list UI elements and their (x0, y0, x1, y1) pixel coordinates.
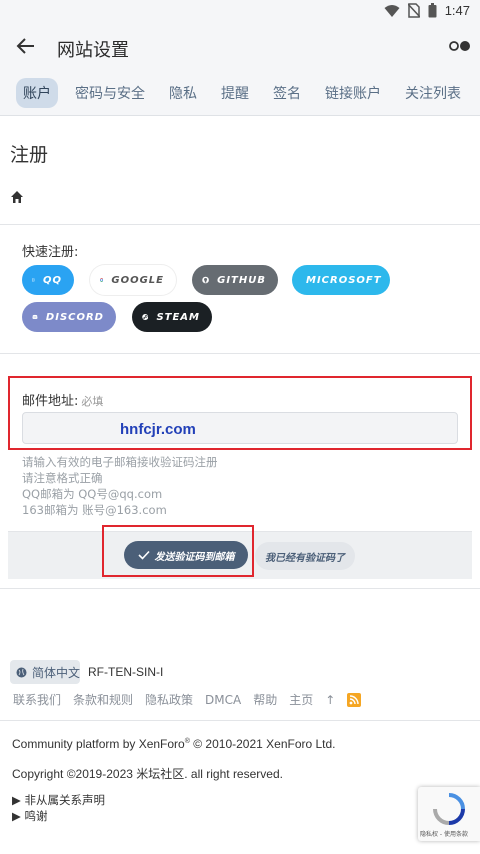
github-login-button[interactable]: GITHUB (192, 265, 278, 295)
have-code-button[interactable]: 我已经有验证码了 (255, 542, 355, 570)
hint-line: QQ邮箱为 QQ号@qq.com (22, 487, 163, 501)
app-bar: 网站设置 (0, 24, 480, 70)
github-label: GITHUB (217, 274, 266, 286)
recaptcha-terms[interactable]: 隐私权 - 使用条款 (420, 829, 468, 838)
arrow-left-icon (16, 38, 34, 54)
wifi-icon (384, 4, 400, 17)
tab-following[interactable]: 关注列表 (398, 78, 468, 108)
google-label: GOOGLE (111, 274, 164, 286)
copyright-text: Copyright ©2019-2023 米坛社区. all right res… (12, 767, 283, 781)
footer-link-dmca[interactable]: DMCA (205, 693, 241, 707)
footer-link-help[interactable]: 帮助 (253, 691, 277, 708)
google-login-button[interactable]: GOOGLE (90, 265, 176, 295)
toggle-dots-icon (449, 41, 470, 51)
breadcrumb[interactable] (10, 189, 24, 203)
platform-credit: Community platform by XenForo® © 2010-20… (12, 737, 336, 751)
tab-signature[interactable]: 签名 (266, 78, 308, 108)
tab-privacy[interactable]: 隐私 (162, 78, 204, 108)
steam-label: STEAM (156, 311, 200, 323)
hint-line: 请注意格式正确 (22, 471, 103, 485)
home-icon (11, 191, 23, 203)
status-bar: 1:47 (0, 0, 480, 24)
tab-account[interactable]: 账户 (16, 77, 58, 108)
discord-icon (32, 314, 38, 320)
divider (0, 353, 480, 354)
tab-password-security[interactable]: 密码与安全 (68, 78, 152, 108)
qq-login-button[interactable]: QQ (22, 265, 74, 295)
discord-login-button[interactable]: DISCORD (22, 302, 116, 332)
highlight-box-email (8, 376, 472, 450)
discord-label: DISCORD (45, 311, 104, 323)
disclaimer-link[interactable]: ▶ 非从属关系声明 (12, 792, 105, 808)
globe-icon (16, 667, 27, 677)
style-toggle-button[interactable] (448, 36, 472, 56)
microsoft-label: MICROSOFT (306, 274, 382, 286)
qq-label: QQ (42, 274, 62, 286)
style-chooser[interactable]: RF-TEN-SIN-I (88, 665, 163, 679)
github-icon (202, 276, 209, 284)
language-selector[interactable]: 简体中文 (10, 660, 80, 684)
platform-credit-prefix: Community platform by XenForo (12, 737, 185, 751)
app-title: 网站设置 (57, 40, 129, 61)
status-icons: 1:47 (384, 3, 470, 18)
status-time: 1:47 (444, 3, 470, 18)
settings-tabs: 账户 密码与安全 隐私 提醒 签名 链接账户 关注列表 屏蔽 (0, 70, 480, 116)
microsoft-login-button[interactable]: MICROSOFT (292, 265, 390, 295)
divider (0, 224, 480, 225)
tab-connected-accounts[interactable]: 链接账户 (318, 78, 388, 108)
footer-link-contact[interactable]: 联系我们 (13, 691, 61, 708)
steam-login-button[interactable]: STEAM (132, 302, 212, 332)
footer-link-top[interactable]: ↑ (325, 693, 335, 707)
tab-alerts[interactable]: 提醒 (214, 78, 256, 108)
quick-register-label: 快速注册: (22, 245, 79, 260)
footer-link-privacy[interactable]: 隐私政策 (145, 691, 193, 708)
divider (0, 588, 480, 589)
recaptcha-badge[interactable]: 隐私权 - 使用条款 (418, 787, 480, 841)
platform-credit-suffix: © 2010-2021 XenForo Ltd. (189, 737, 336, 751)
hint-line: 请输入有效的电子邮箱接收验证码注册 (22, 455, 218, 469)
highlight-box-send (102, 525, 254, 577)
footer-links: 联系我们 条款和规则 隐私政策 DMCA 帮助 主页 ↑ (13, 691, 362, 708)
google-icon (100, 278, 104, 282)
no-sim-icon (407, 3, 420, 18)
qq-icon (32, 278, 35, 282)
recaptcha-icon (433, 793, 465, 825)
thanks-link[interactable]: ▶ 鸣谢 (12, 808, 48, 824)
page-title: 注册 (10, 144, 49, 166)
have-code-label: 我已经有验证码了 (265, 552, 345, 564)
rss-icon[interactable] (347, 692, 362, 707)
hint-line: 163邮箱为 账号@163.com (22, 503, 167, 517)
footer-link-home[interactable]: 主页 (289, 691, 313, 708)
footer-link-terms[interactable]: 条款和规则 (73, 691, 133, 708)
battery-icon (428, 3, 437, 18)
divider (0, 720, 480, 721)
language-label: 简体中文 (32, 665, 81, 680)
back-button[interactable] (14, 34, 38, 58)
steam-icon (142, 314, 149, 320)
